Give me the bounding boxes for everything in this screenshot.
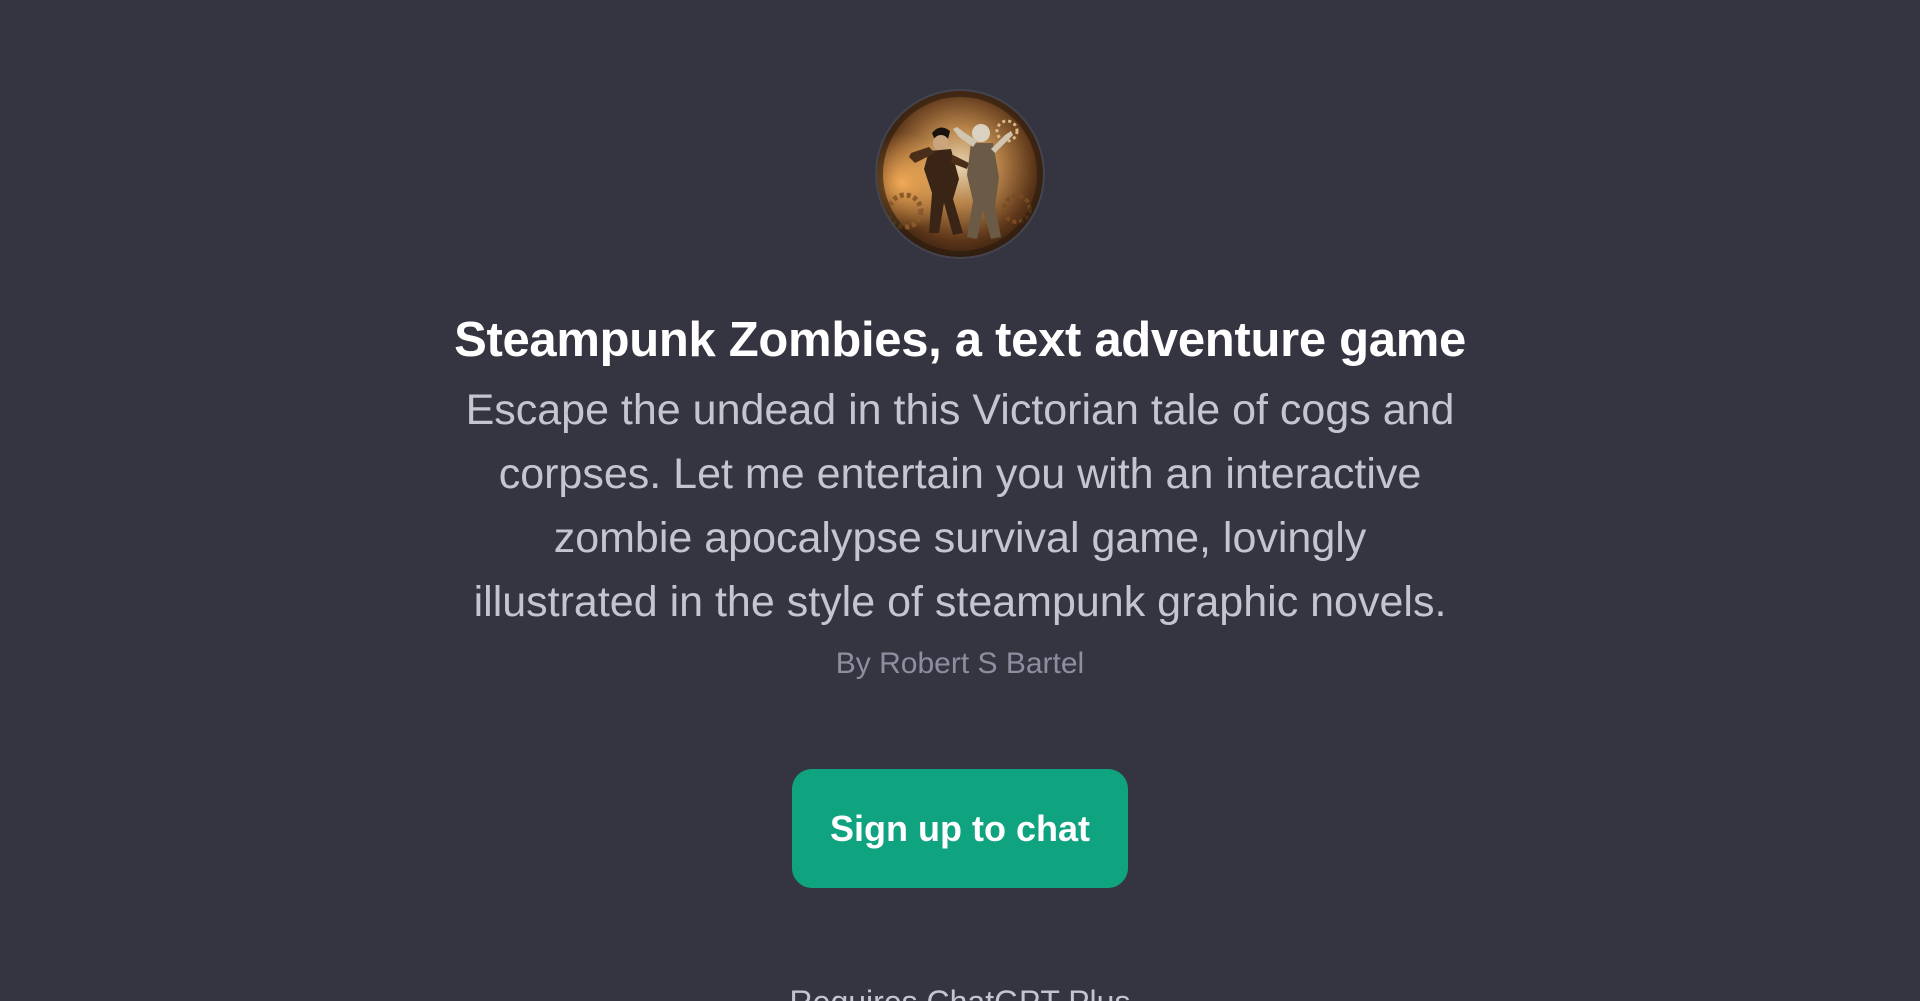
gpt-avatar xyxy=(877,91,1043,257)
gpt-title: Steampunk Zombies, a text adventure game xyxy=(454,313,1466,367)
requires-plus-notice: Requires ChatGPT Plus xyxy=(0,982,1920,1001)
steampunk-zombies-avatar-icon xyxy=(877,91,1043,257)
gpt-landing-page: Steampunk Zombies, a text adventure game… xyxy=(0,0,1920,1001)
gpt-author: By Robert S Bartel xyxy=(835,647,1085,680)
gpt-profile: Steampunk Zombies, a text adventure game… xyxy=(0,0,1920,888)
gpt-description: Escape the undead in this Victorian tale… xyxy=(465,386,1455,626)
sign-up-to-chat-button[interactable]: Sign up to chat xyxy=(792,769,1128,888)
